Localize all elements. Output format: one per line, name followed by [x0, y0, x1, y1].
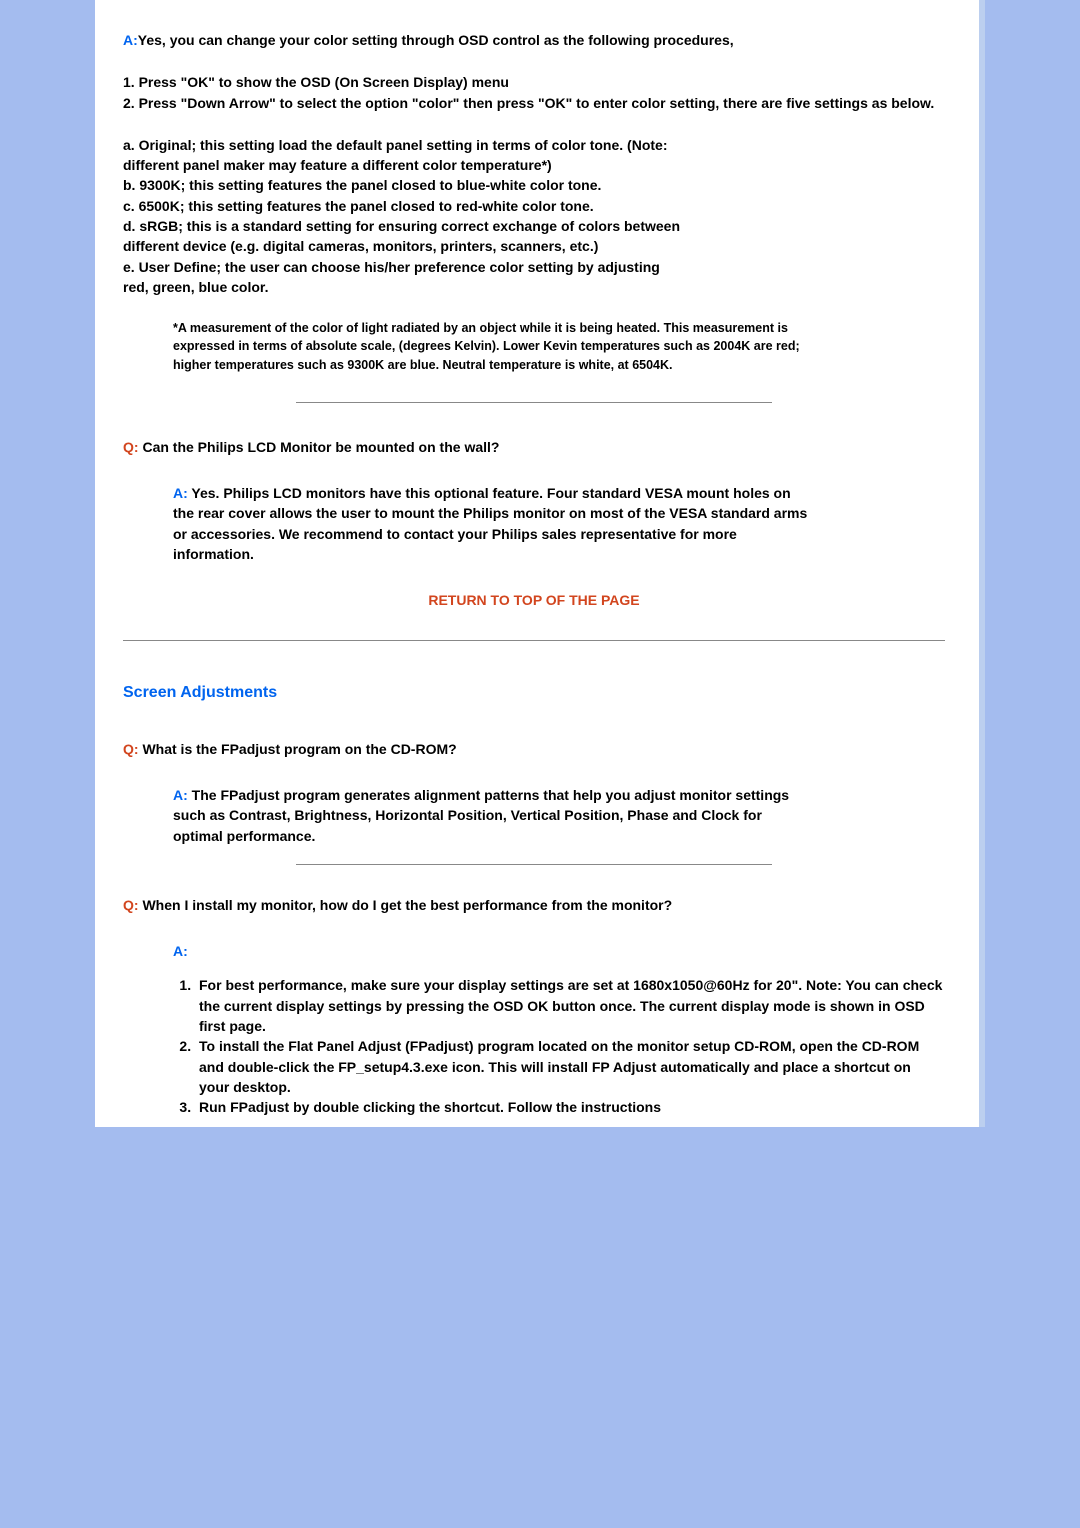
divider	[123, 640, 945, 641]
a-text: Yes, you can change your color setting t…	[138, 32, 734, 48]
options-block: a. Original; this setting load the defau…	[123, 135, 683, 297]
option-b: b. 9300K; this setting features the pane…	[123, 175, 683, 195]
question-block: Q: What is the FPadjust program on the C…	[123, 739, 945, 759]
answer-block: A: Yes. Philips LCD monitors have this o…	[173, 483, 813, 564]
a-label: A:	[173, 485, 188, 501]
numbered-list: For best performance, make sure your dis…	[123, 975, 945, 1117]
option-d: d. sRGB; this is a standard setting for …	[123, 216, 683, 257]
step-2: 2. Press "Down Arrow" to select the opti…	[123, 93, 945, 113]
a-text: Yes. Philips LCD monitors have this opti…	[173, 485, 807, 562]
return-top-link[interactable]: RETURN TO TOP OF THE PAGE	[123, 590, 945, 610]
divider	[296, 864, 773, 865]
a-label: A:	[123, 32, 138, 48]
a-label: A:	[173, 787, 188, 803]
q-label: Q:	[123, 741, 139, 757]
list-item: Run FPadjust by double clicking the shor…	[195, 1097, 945, 1117]
q-label: Q:	[123, 439, 139, 455]
divider	[296, 402, 773, 403]
question-block: Q: Can the Philips LCD Monitor be mounte…	[123, 437, 945, 457]
step-1: 1. Press "OK" to show the OSD (On Screen…	[123, 72, 945, 92]
q-label: Q:	[123, 897, 139, 913]
a-text: The FPadjust program generates alignment…	[173, 787, 789, 844]
list-item: For best performance, make sure your dis…	[195, 975, 945, 1036]
option-e: e. User Define; the user can choose his/…	[123, 257, 683, 298]
answer-block: A:Yes, you can change your color setting…	[123, 30, 945, 50]
a-label: A:	[173, 943, 188, 959]
q-text: What is the FPadjust program on the CD-R…	[142, 741, 456, 757]
answer-block: A: The FPadjust program generates alignm…	[173, 785, 813, 846]
question-block: Q: When I install my monitor, how do I g…	[123, 895, 945, 915]
q-text: When I install my monitor, how do I get …	[142, 897, 672, 913]
section-title: Screen Adjustments	[123, 681, 945, 704]
footnote: *A measurement of the color of light rad…	[173, 319, 813, 373]
scrollbar[interactable]	[979, 0, 985, 1127]
option-c: c. 6500K; this setting features the pane…	[123, 196, 683, 216]
steps-block: 1. Press "OK" to show the OSD (On Screen…	[123, 72, 945, 113]
option-a: a. Original; this setting load the defau…	[123, 135, 683, 176]
answer-block: A:	[173, 941, 945, 961]
list-item: To install the Flat Panel Adjust (FPadju…	[195, 1036, 945, 1097]
q-text: Can the Philips LCD Monitor be mounted o…	[142, 439, 499, 455]
page: A:Yes, you can change your color setting…	[95, 0, 985, 1127]
